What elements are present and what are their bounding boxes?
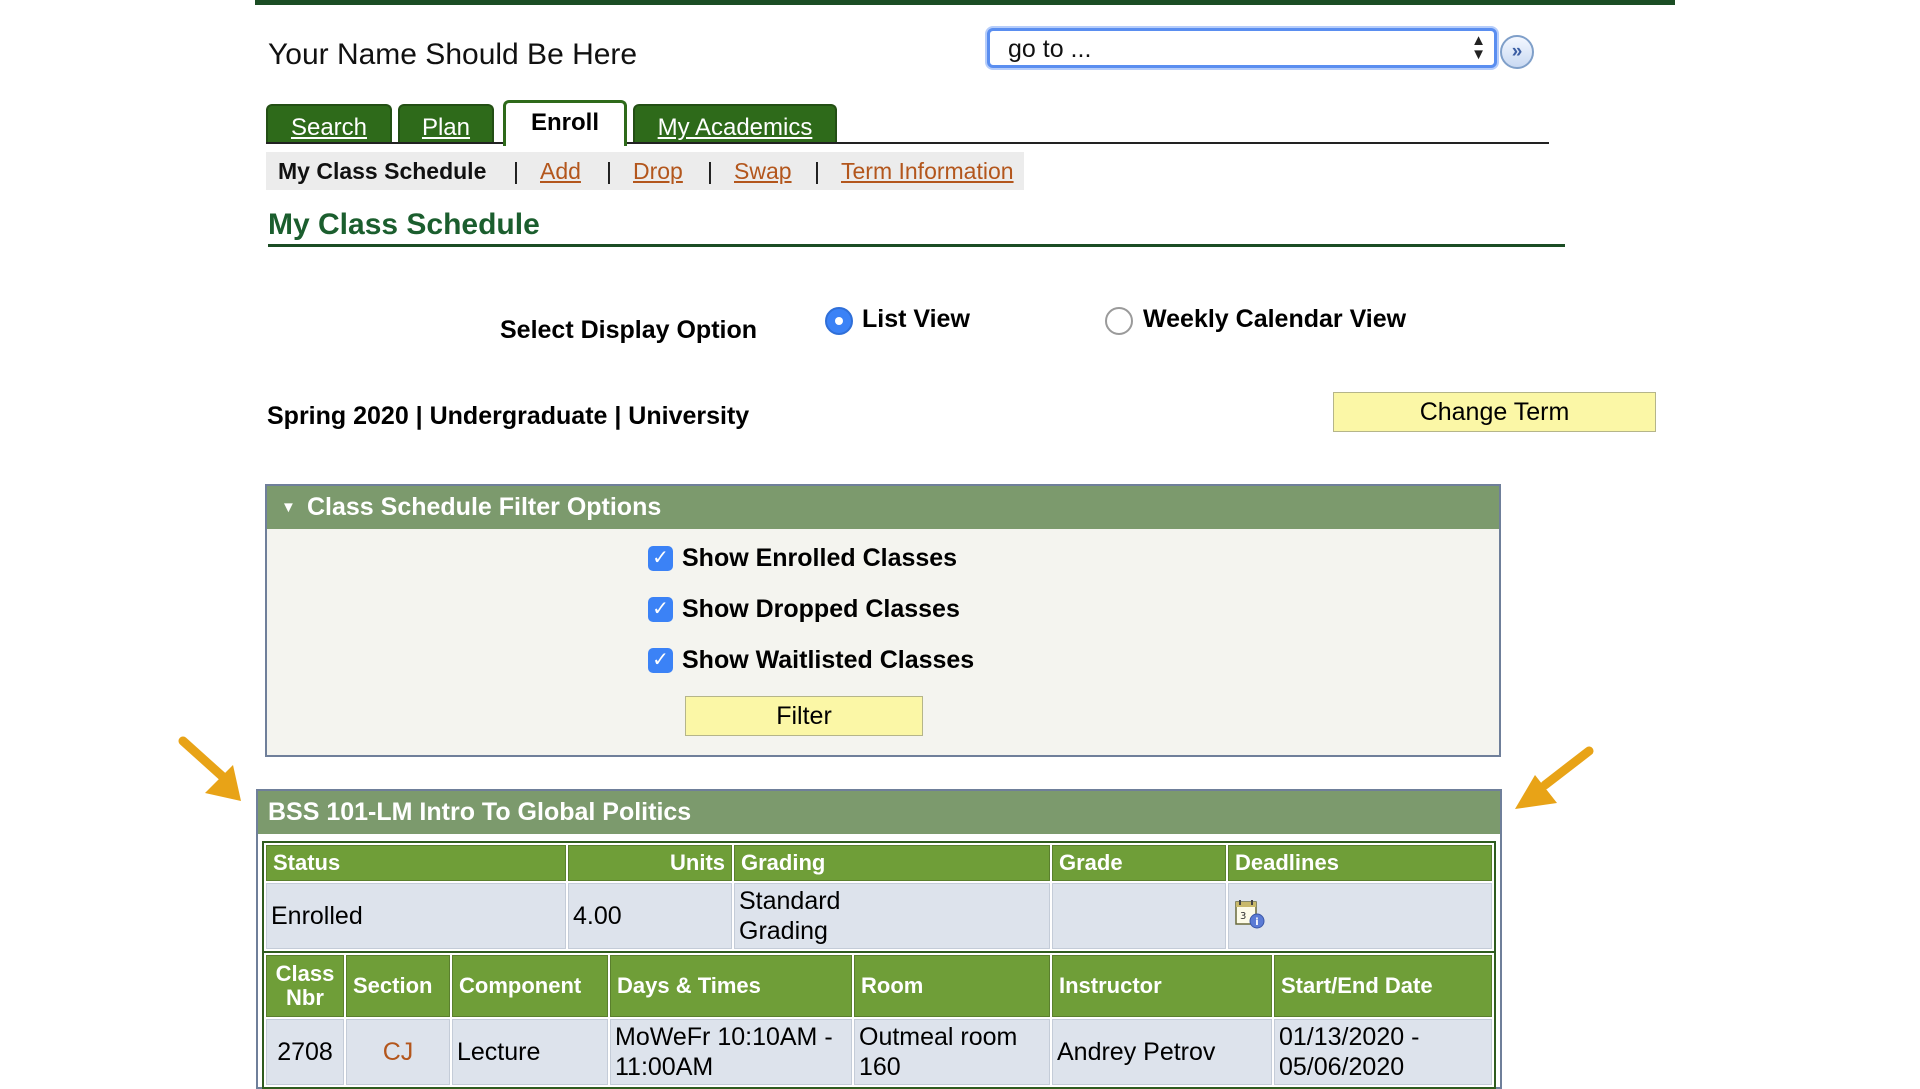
- start-end-date-header: Start/End Date: [1274, 955, 1492, 1017]
- list-view-label[interactable]: List View: [862, 305, 970, 334]
- status-cell: Enrolled: [266, 883, 566, 949]
- course-section: BSS 101-LM Intro To Global Politics Stat…: [256, 789, 1502, 1089]
- title-rule: [268, 244, 1565, 247]
- subnav-separator: |: [606, 158, 612, 184]
- section-link[interactable]: CJ: [383, 1038, 414, 1066]
- calendar-info-icon[interactable]: 3 i: [1233, 897, 1265, 929]
- grade-header: Grade: [1052, 845, 1226, 881]
- page-title: My Class Schedule: [268, 208, 540, 241]
- component-header: Component: [452, 955, 608, 1017]
- course-title: BSS 101-LM Intro To Global Politics: [268, 798, 692, 826]
- deadlines-header: Deadlines: [1228, 845, 1492, 881]
- tab-rule: [266, 142, 1549, 144]
- subnav-swap-link[interactable]: Swap: [734, 158, 792, 185]
- filter-options-header[interactable]: ▼ Class Schedule Filter Options: [267, 486, 1499, 529]
- arrow-icon: [178, 736, 241, 801]
- tab-my-academics[interactable]: My Academics: [633, 104, 837, 144]
- display-option-label: Select Display Option: [500, 316, 758, 344]
- subnav-my-class-schedule: My Class Schedule: [278, 158, 487, 184]
- go-button[interactable]: »: [1500, 35, 1534, 69]
- deadlines-cell: 3 i: [1228, 883, 1492, 949]
- filter-options-panel: ▼ Class Schedule Filter Options ✓ Show E…: [265, 484, 1501, 757]
- subnav-term-information-link[interactable]: Term Information: [841, 158, 1014, 185]
- show-enrolled-checkbox[interactable]: ✓: [648, 546, 673, 571]
- room-header: Room: [854, 955, 1050, 1017]
- instructor-header: Instructor: [1052, 955, 1272, 1017]
- table-header-row: Class Nbr Section Component Days & Times…: [266, 955, 1492, 1017]
- days-times-line-2: 11:00AM: [615, 1053, 714, 1081]
- subnav-separator: |: [707, 158, 713, 184]
- dates-line-1: 01/13/2020 -: [1279, 1023, 1420, 1051]
- class-nbr-header-line-1: Class: [275, 961, 335, 986]
- subnav-add-link[interactable]: Add: [540, 158, 581, 185]
- double-chevron-right-icon: »: [1511, 41, 1523, 62]
- table-row: Enrolled 4.00 Standard Grading 3 i: [266, 883, 1492, 949]
- show-dropped-checkbox[interactable]: ✓: [648, 597, 673, 622]
- weekly-calendar-view-label[interactable]: Weekly Calendar View: [1143, 305, 1406, 334]
- grading-line-1: Standard: [739, 887, 841, 915]
- section-header: Section: [346, 955, 450, 1017]
- select-arrows-icon: ▲ ▼: [1471, 32, 1486, 63]
- show-waitlisted-checkbox[interactable]: ✓: [648, 648, 673, 673]
- sub-navigation: My Class Schedule | Add | Drop | Swap | …: [266, 152, 1024, 190]
- dates-line-2: 05/06/2020: [1279, 1053, 1405, 1081]
- svg-text:3: 3: [1240, 911, 1246, 922]
- svg-text:i: i: [1255, 917, 1258, 928]
- tab-enroll[interactable]: Enroll: [503, 100, 627, 146]
- class-nbr-header: Class Nbr: [266, 955, 344, 1017]
- days-times-cell: MoWeFr 10:10AM - 11:00AM: [610, 1019, 852, 1085]
- subnav-separator: |: [814, 158, 820, 184]
- triangle-down-icon[interactable]: ▼: [281, 486, 296, 529]
- subnav-drop-link[interactable]: Drop: [633, 158, 683, 185]
- arrow-icon: [1515, 746, 1594, 809]
- room-cell: Outmeal room 160: [854, 1019, 1050, 1085]
- weekly-calendar-view-radio[interactable]: [1105, 307, 1133, 335]
- filter-button[interactable]: Filter: [685, 696, 923, 736]
- room-line-1: Outmeal room: [859, 1023, 1018, 1051]
- subnav-separator: |: [513, 158, 519, 184]
- status-header: Status: [266, 845, 566, 881]
- class-nbr-cell: 2708: [266, 1019, 344, 1085]
- table-row: 2708 CJ Lecture MoWeFr 10:10AM - 11:00AM…: [266, 1019, 1492, 1085]
- grade-cell: [1052, 883, 1226, 949]
- grading-header: Grading: [734, 845, 1050, 881]
- table-header-row: Status Units Grading Grade Deadlines: [266, 845, 1492, 881]
- grading-line-2: Grading: [739, 917, 828, 945]
- user-name: Your Name Should Be Here: [268, 38, 638, 71]
- filter-options-title: Class Schedule Filter Options: [307, 493, 662, 521]
- section-cell: CJ: [346, 1019, 450, 1085]
- course-header: BSS 101-LM Intro To Global Politics: [258, 791, 1500, 834]
- show-waitlisted-label[interactable]: Show Waitlisted Classes: [682, 646, 974, 675]
- tab-plan[interactable]: Plan: [398, 104, 494, 144]
- course-detail-table: Class Nbr Section Component Days & Times…: [262, 951, 1496, 1089]
- days-times-line-1: MoWeFr 10:10AM -: [615, 1023, 833, 1051]
- instructor-cell: Andrey Petrov: [1052, 1019, 1272, 1085]
- goto-select[interactable]: go to ... ▲ ▼: [987, 28, 1497, 68]
- grading-cell: Standard Grading: [734, 883, 1050, 949]
- top-rule: [255, 0, 1675, 5]
- goto-select-value: go to ...: [1008, 35, 1092, 63]
- days-times-header: Days & Times: [610, 955, 852, 1017]
- show-dropped-label[interactable]: Show Dropped Classes: [682, 595, 960, 624]
- units-cell: 4.00: [568, 883, 732, 949]
- list-view-radio[interactable]: [825, 307, 853, 335]
- term-info: Spring 2020 | Undergraduate | University: [267, 402, 750, 430]
- change-term-button[interactable]: Change Term: [1333, 392, 1656, 432]
- show-enrolled-label[interactable]: Show Enrolled Classes: [682, 544, 957, 573]
- class-nbr-header-line-2: Nbr: [286, 985, 324, 1010]
- units-header: Units: [568, 845, 732, 881]
- dates-cell: 01/13/2020 - 05/06/2020: [1274, 1019, 1492, 1085]
- component-cell: Lecture: [452, 1019, 608, 1085]
- tab-search[interactable]: Search: [266, 104, 392, 144]
- room-line-2: 160: [859, 1053, 901, 1081]
- course-summary-table: Status Units Grading Grade Deadlines Enr…: [262, 841, 1496, 953]
